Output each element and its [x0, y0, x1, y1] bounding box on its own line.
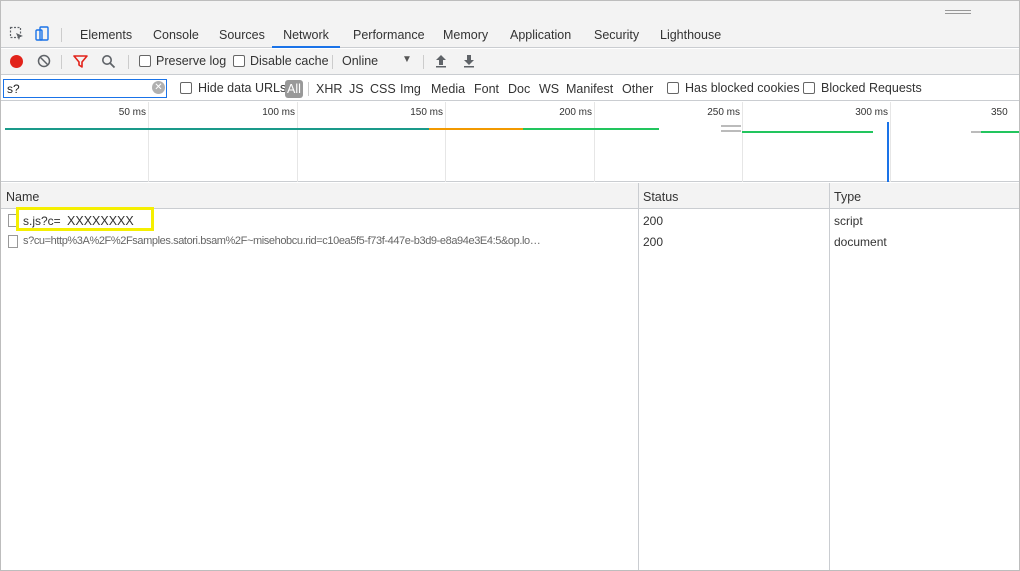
toolbar-divider — [128, 55, 129, 69]
table-row[interactable]: s.js?c= XXXXXXXX 200 script — [1, 211, 1019, 231]
column-header-name[interactable]: Name — [6, 190, 39, 204]
grid-line — [148, 102, 149, 182]
tab-lighthouse[interactable]: Lighthouse — [660, 21, 721, 48]
request-name-redacted: XXXXXXXX — [67, 214, 134, 228]
request-name: s.js?c= XXXXXXXX — [23, 214, 134, 228]
clear-icon[interactable] — [37, 54, 51, 68]
devtools-tabbar: Elements Console Sources Network Perform… — [1, 21, 1019, 48]
filter-input[interactable] — [3, 79, 167, 98]
request-name-text: s.js?c= — [23, 214, 61, 228]
resize-grip[interactable] — [945, 10, 971, 11]
grid-line — [594, 102, 595, 182]
toolbar-divider — [61, 55, 62, 69]
timeline-tick: 250 ms — [707, 107, 740, 118]
timeline-bar-waiting — [5, 128, 429, 130]
preserve-log-checkbox[interactable] — [139, 55, 151, 67]
disable-cache-checkbox[interactable] — [233, 55, 245, 67]
timeline-tick: 50 ms — [118, 107, 146, 118]
timeline-bar-queued — [721, 125, 741, 127]
filter-type-all[interactable]: All — [285, 80, 303, 98]
timeline-bar-receiving — [981, 131, 1019, 133]
tab-sources[interactable]: Sources — [219, 21, 265, 48]
throttle-select[interactable]: Online — [342, 54, 378, 69]
timeline-bar-blocked — [429, 128, 523, 130]
tab-security[interactable]: Security — [594, 21, 639, 48]
filter-type-xhr[interactable]: XHR — [313, 80, 345, 98]
disable-cache-label: Disable cache — [250, 54, 329, 68]
blocked-requests-checkbox[interactable] — [803, 82, 815, 94]
filter-type-css[interactable]: CSS — [367, 80, 399, 98]
import-har-icon[interactable] — [434, 54, 448, 68]
filter-type-img[interactable]: Img — [397, 80, 424, 98]
timeline-tick: 350 — [991, 107, 1008, 118]
toolbar-divider — [332, 55, 333, 69]
tab-console[interactable]: Console — [153, 21, 199, 48]
timeline-bar-receiving — [742, 131, 873, 133]
toolbar-divider — [308, 82, 309, 96]
network-overview[interactable]: 50 ms 100 ms 150 ms 200 ms 250 ms 300 ms… — [1, 102, 1019, 182]
device-toolbar-icon[interactable] — [34, 26, 50, 42]
timeline-tick: 150 ms — [410, 107, 443, 118]
inspect-element-icon[interactable] — [9, 26, 25, 42]
grid-line — [890, 102, 891, 182]
filter-type-js[interactable]: JS — [346, 80, 367, 98]
timeline-tick: 200 ms — [559, 107, 592, 118]
tab-network[interactable]: Network — [272, 21, 340, 48]
has-blocked-cookies-checkbox[interactable] — [667, 82, 679, 94]
devtools-window: Elements Console Sources Network Perform… — [0, 0, 1020, 571]
export-har-icon[interactable] — [462, 54, 476, 68]
tab-performance[interactable]: Performance — [353, 21, 425, 48]
file-icon — [8, 214, 18, 227]
column-header-status[interactable]: Status — [643, 190, 678, 204]
grid-line — [742, 102, 743, 182]
grid-line — [445, 102, 446, 182]
hide-data-urls-label: Hide data URLs — [198, 81, 287, 95]
timeline-load-marker — [887, 122, 889, 182]
search-icon[interactable] — [101, 54, 116, 69]
timeline-bar-queued — [721, 130, 741, 132]
clear-filter-icon[interactable]: ✕ — [152, 81, 165, 94]
request-status: 200 — [643, 235, 664, 249]
filter-icon[interactable] — [73, 54, 88, 69]
timeline-bar-receiving — [523, 128, 659, 130]
hide-data-urls-checkbox[interactable] — [180, 82, 192, 94]
toolbar-divider — [423, 55, 424, 69]
chevron-down-icon[interactable]: ▼ — [402, 54, 412, 65]
filter-type-ws[interactable]: WS — [536, 80, 562, 98]
filter-type-media[interactable]: Media — [428, 80, 468, 98]
toolbar-divider — [61, 28, 62, 42]
column-header-type[interactable]: Type — [834, 190, 861, 204]
filter-type-manifest[interactable]: Manifest — [563, 80, 616, 98]
record-button[interactable] — [10, 55, 23, 68]
blocked-requests-label: Blocked Requests — [821, 81, 922, 95]
filter-type-other[interactable]: Other — [619, 80, 656, 98]
request-name: s?cu=http%3A%2F%2Fsamples.satori.bsam%2F… — [23, 235, 541, 247]
timeline-tick: 300 ms — [855, 107, 888, 118]
filter-bar: ✕ Hide data URLs All XHR JS CSS Img Medi… — [1, 76, 1019, 101]
requests-table-header: Name Status Type — [1, 183, 1019, 209]
tab-elements[interactable]: Elements — [80, 21, 132, 48]
preserve-log-label: Preserve log — [156, 54, 227, 68]
timeline-tick: 100 ms — [262, 107, 295, 118]
tab-memory[interactable]: Memory — [443, 21, 488, 48]
request-type: script — [834, 214, 863, 228]
network-toolbar: Preserve log Disable cache Online ▼ — [1, 49, 1019, 75]
grid-line — [297, 102, 298, 182]
filter-type-doc[interactable]: Doc — [505, 80, 533, 98]
request-type: document — [834, 235, 887, 249]
file-icon — [8, 235, 18, 248]
request-status: 200 — [643, 214, 664, 228]
has-blocked-cookies-label: Has blocked cookies — [685, 81, 800, 95]
tab-application[interactable]: Application — [510, 21, 571, 48]
filter-type-font[interactable]: Font — [471, 80, 502, 98]
timeline-bar-queued — [971, 131, 981, 133]
window-title-strip — [1, 1, 1019, 21]
table-row[interactable]: s?cu=http%3A%2F%2Fsamples.satori.bsam%2F… — [1, 232, 1019, 252]
